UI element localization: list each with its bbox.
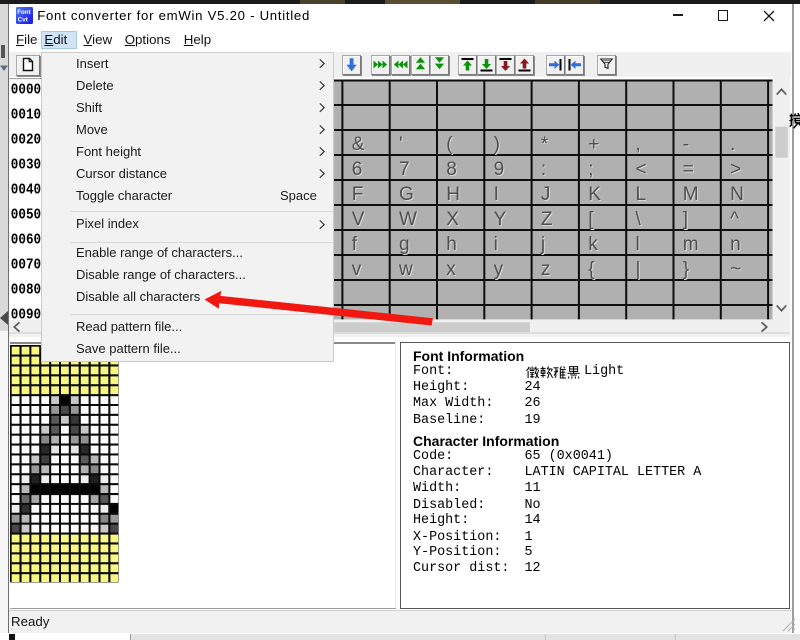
svg-text:L: L [636, 184, 647, 205]
svg-text:J: J [541, 184, 551, 205]
svg-text:k: k [588, 234, 598, 255]
svg-text:8: 8 [446, 159, 457, 180]
svg-text:-: - [683, 134, 689, 155]
svg-text:V: V [352, 209, 365, 230]
svg-text:|: | [636, 259, 641, 280]
svg-text:9: 9 [494, 159, 505, 180]
svg-text:.: . [730, 134, 735, 155]
svg-text:\: \ [636, 209, 642, 230]
svg-text:^: ^ [730, 209, 739, 230]
svg-text:6: 6 [352, 159, 363, 180]
svg-text:&: & [352, 134, 365, 155]
svg-text:*: * [541, 134, 549, 155]
svg-text:0000: 0000 [11, 83, 41, 99]
svg-text:]: ] [683, 209, 688, 230]
svg-text:<: < [636, 159, 647, 180]
svg-text:}: } [683, 259, 689, 280]
svg-text:M: M [683, 184, 699, 205]
svg-text:;: ; [588, 159, 593, 180]
svg-text:h: h [446, 234, 457, 255]
svg-text:Y: Y [494, 209, 507, 230]
svg-text:i: i [494, 234, 498, 255]
svg-text:0080: 0080 [11, 283, 41, 299]
svg-text:7: 7 [399, 159, 410, 180]
svg-text:W: W [399, 209, 417, 230]
svg-text:,: , [636, 134, 641, 155]
svg-text:m: m [683, 234, 699, 255]
svg-text:z: z [541, 259, 551, 280]
svg-text:+: + [588, 134, 599, 155]
svg-text::: : [541, 159, 546, 180]
svg-text:w: w [398, 259, 413, 280]
svg-text:0010: 0010 [11, 108, 41, 124]
svg-text:': ' [399, 134, 403, 155]
svg-text:(: ( [446, 134, 453, 155]
svg-text:0020: 0020 [11, 133, 41, 149]
svg-text:0060: 0060 [11, 233, 41, 249]
svg-text:Font: Font [17, 8, 30, 15]
svg-text:=: = [683, 159, 694, 180]
svg-text:X: X [446, 209, 459, 230]
svg-text:0070: 0070 [11, 258, 41, 274]
svg-text:y: y [494, 259, 504, 280]
svg-text:l: l [636, 234, 640, 255]
svg-text:{: { [588, 259, 595, 280]
svg-text:Cvt: Cvt [17, 16, 27, 23]
svg-text:~: ~ [730, 259, 741, 280]
svg-text:0030: 0030 [11, 158, 41, 174]
svg-text:I: I [494, 184, 499, 205]
svg-text:F: F [352, 184, 364, 205]
svg-text:K: K [588, 184, 601, 205]
svg-text:j: j [540, 234, 545, 255]
svg-text:): ) [494, 134, 500, 155]
svg-text:[: [ [588, 209, 594, 230]
svg-text:x: x [446, 259, 456, 280]
svg-text:Z: Z [541, 209, 553, 230]
svg-text:v: v [352, 259, 362, 280]
svg-text:G: G [399, 184, 414, 205]
svg-text:N: N [730, 184, 744, 205]
svg-text:H: H [446, 184, 460, 205]
svg-text:0040: 0040 [11, 183, 41, 199]
svg-text:0050: 0050 [11, 208, 41, 224]
svg-text:n: n [730, 234, 741, 255]
svg-text:>: > [730, 159, 741, 180]
svg-text:f: f [352, 234, 358, 255]
svg-text:g: g [399, 234, 410, 255]
